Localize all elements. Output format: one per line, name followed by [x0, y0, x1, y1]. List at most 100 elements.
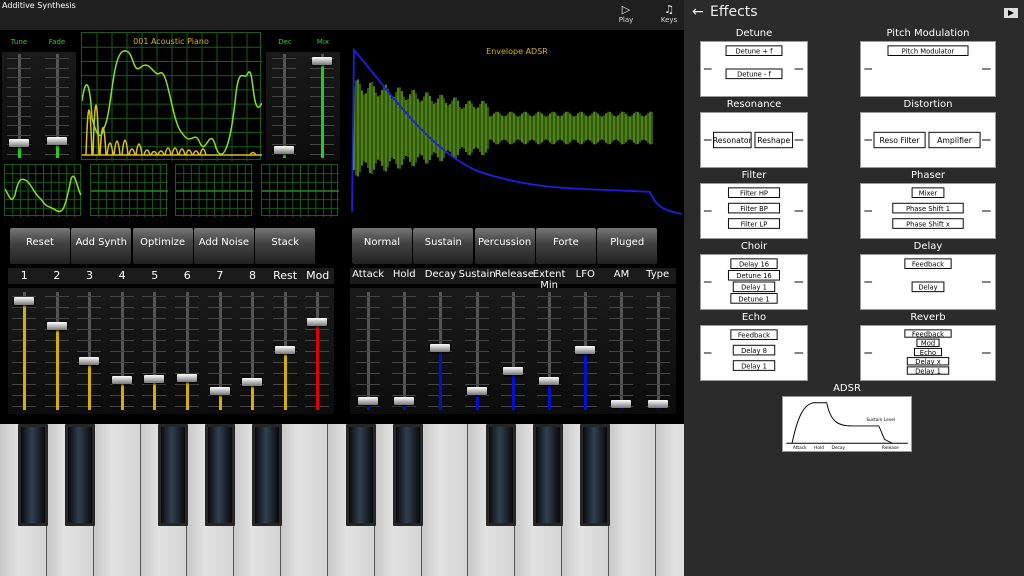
envelope_buttons-button-pluged[interactable]: Pluged	[597, 228, 658, 264]
effect-pitch-modulation[interactable]: Pitch Modulation Pitch Modulator	[860, 28, 996, 98]
slider-tick	[392, 395, 417, 396]
slider-thumb[interactable]	[79, 356, 100, 365]
tune-slider[interactable]	[7, 54, 31, 158]
effect-phaser[interactable]: Phaser Mixer Phase Shift 1 Phase Shift x	[860, 170, 996, 240]
effect-name: Reverb	[910, 312, 946, 323]
slider-thumb[interactable]	[647, 400, 668, 408]
slider-thumb[interactable]	[14, 297, 34, 306]
slider-thumb[interactable]	[307, 317, 328, 326]
play-effect-button[interactable]	[1004, 8, 1018, 18]
white-key[interactable]	[93, 424, 141, 576]
slider-7[interactable]	[207, 292, 232, 410]
effect-distortion[interactable]: Distortion Reso Filter Amplifier	[860, 99, 996, 169]
slider-tick	[356, 373, 380, 374]
slider-thumb[interactable]	[575, 346, 596, 354]
slider-thumb[interactable]	[144, 375, 165, 384]
slider-8[interactable]	[240, 292, 265, 410]
slider-thumb[interactable]	[312, 56, 332, 65]
black-key[interactable]	[345, 424, 376, 526]
slider-sustain[interactable]	[464, 292, 489, 410]
slider-fill	[88, 364, 92, 410]
slider-thumb[interactable]	[502, 366, 523, 375]
synth_buttons-button-stack[interactable]: Stack	[255, 228, 316, 264]
slider-3[interactable]	[77, 292, 102, 410]
slider-extent-min[interactable]	[537, 292, 561, 410]
slider-thumb[interactable]	[394, 396, 415, 405]
slider-hold[interactable]	[392, 292, 417, 410]
black-key[interactable]	[580, 424, 611, 526]
slider-thumb[interactable]	[611, 400, 632, 408]
effect-diagram: Delay 16 Detune 16 Delay 1 Detune 1	[700, 254, 808, 310]
slider-thumb[interactable]	[111, 376, 132, 385]
slider-tick	[109, 329, 134, 330]
effects-title: Effects	[710, 4, 758, 20]
slider-1[interactable]	[12, 292, 36, 410]
synth_buttons-button-add-noise[interactable]: Add Noise	[193, 228, 254, 264]
slider-decay[interactable]	[428, 292, 453, 410]
white-key[interactable]	[609, 424, 656, 576]
synth_buttons-button-reset[interactable]: Reset	[10, 228, 70, 264]
slider-thumb[interactable]	[209, 387, 230, 396]
effect-choir[interactable]: Choir Delay 16 Detune 16 Delay 1 Detune 1	[700, 241, 808, 311]
white-key[interactable]	[421, 424, 469, 576]
slider-attack[interactable]	[356, 292, 380, 410]
slider-fill	[251, 386, 255, 410]
fade-slider[interactable]	[45, 54, 69, 158]
back-arrow-icon[interactable]: ←	[692, 4, 704, 20]
slider-thumb[interactable]	[46, 322, 67, 331]
slider-release[interactable]	[500, 292, 525, 410]
slider-thumb[interactable]	[274, 346, 295, 354]
white-key[interactable]	[281, 424, 328, 576]
keys-button[interactable]: ♫ Keys	[649, 4, 689, 25]
slider-thumb[interactable]	[47, 136, 67, 145]
envelope_buttons-button-normal[interactable]: Normal	[352, 228, 412, 264]
play-icon: ▷	[621, 3, 631, 16]
envelope_buttons-button-forte[interactable]: Forte	[535, 228, 596, 264]
slider-thumb[interactable]	[274, 146, 294, 155]
black-key[interactable]	[533, 424, 564, 526]
effect-echo[interactable]: Echo Feedback Delay 8 Delay 1	[700, 312, 808, 382]
effect-adsr[interactable]: ADSR Sustain Level Attack Hold Decay Release	[782, 383, 912, 453]
synth_buttons-button-optimize[interactable]: Optimize	[132, 228, 193, 264]
black-key[interactable]	[392, 424, 423, 526]
black-key[interactable]	[252, 424, 283, 526]
slider-tick	[142, 340, 167, 341]
slider-thumb[interactable]	[9, 138, 29, 147]
effect-detune[interactable]: Detune Detune + f Detune - f	[700, 28, 808, 98]
effect-resonance[interactable]: Resonance Resonator Reshape	[700, 99, 808, 169]
slider-label: 5	[151, 269, 159, 282]
slider-thumb[interactable]	[177, 374, 197, 383]
slider-thumb[interactable]	[430, 343, 451, 352]
slider-am[interactable]	[609, 292, 634, 410]
dec-slider[interactable]	[272, 54, 296, 158]
play-button[interactable]: ▷ Play	[606, 3, 646, 25]
slider-tick	[272, 115, 296, 117]
slider-thumb[interactable]	[466, 387, 487, 396]
slider-thumb[interactable]	[539, 377, 559, 386]
envelope_buttons-button-percussion[interactable]: Percussion	[474, 228, 535, 264]
slider-5[interactable]	[142, 292, 167, 410]
black-key[interactable]	[158, 424, 189, 526]
slider-mod[interactable]	[305, 292, 330, 410]
effect-reverb[interactable]: Reverb Feedback Mod Echo Delay x Delay 1	[860, 312, 996, 382]
app-title: Additive Synthesis	[2, 1, 76, 10]
slider-thumb[interactable]	[358, 396, 378, 405]
synth_buttons-button-add-synth[interactable]: Add Synth	[71, 228, 132, 264]
envelope_buttons-button-sustain[interactable]: Sustain	[413, 228, 474, 264]
slider-4[interactable]	[109, 292, 134, 410]
slider-rest[interactable]	[272, 292, 297, 410]
effect-filter[interactable]: Filter Filter HP Filter BP Filter LP	[700, 170, 808, 240]
black-key[interactable]	[17, 424, 48, 526]
black-key[interactable]	[205, 424, 236, 526]
slider-2[interactable]	[44, 292, 69, 410]
effect-delay[interactable]: Delay Feedback Delay	[860, 241, 996, 311]
slider-6[interactable]	[175, 292, 199, 410]
slider-tick	[45, 115, 69, 117]
black-key[interactable]	[486, 424, 517, 526]
slider-lfo[interactable]	[573, 292, 598, 410]
mix-slider[interactable]	[310, 54, 334, 158]
slider-type[interactable]	[645, 292, 670, 410]
slider-thumb[interactable]	[242, 378, 263, 387]
slider-tick	[464, 351, 489, 352]
black-key[interactable]	[64, 424, 95, 526]
